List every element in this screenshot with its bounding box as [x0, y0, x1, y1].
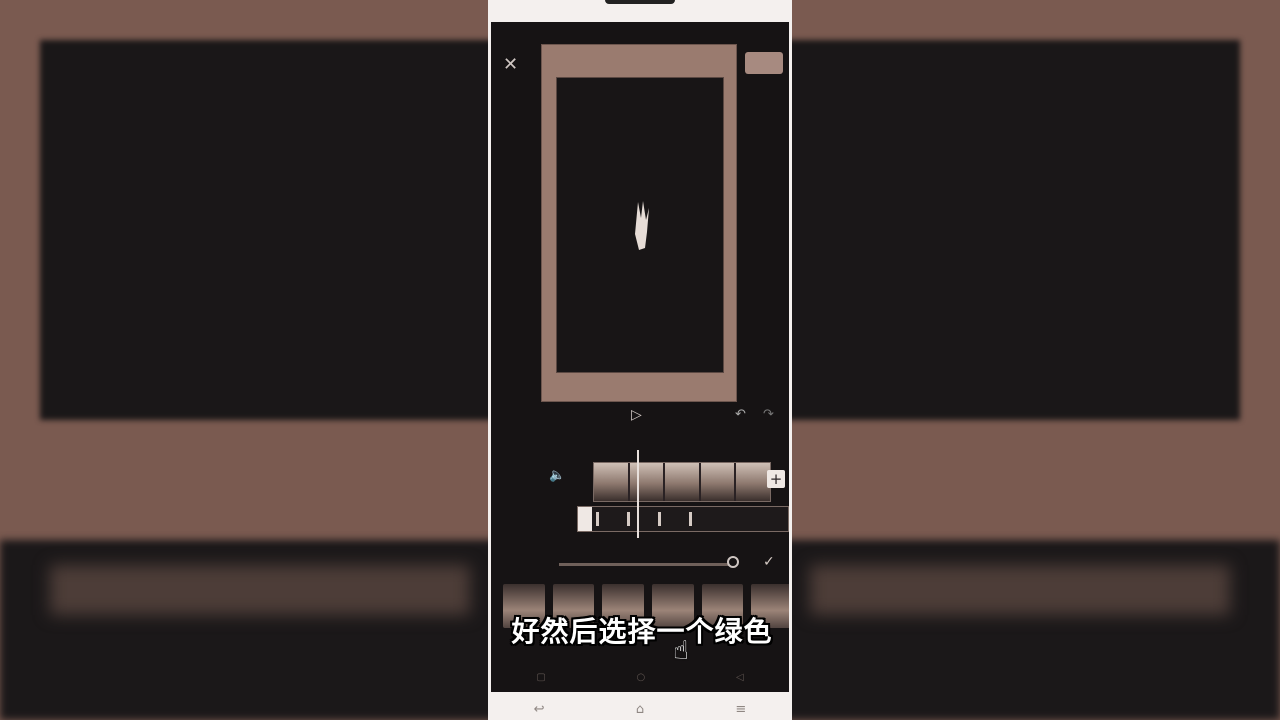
waveform-mark	[689, 512, 692, 526]
redo-icon[interactable]: ↷	[763, 407, 774, 422]
strength-slider[interactable]	[559, 563, 735, 566]
hand-gesture-image	[635, 201, 649, 250]
video-thumbnail	[665, 463, 699, 501]
subtitle-caption: 好然后选择一个绿色	[511, 615, 773, 648]
waveform-mark	[596, 512, 599, 526]
export-button[interactable]	[745, 52, 783, 74]
editor-bottom-nav: ▢ ○ ◁	[491, 662, 789, 692]
editor-screen: ✕ ▷ ↶ ↷ 🔈 + ✓ 好然后选择一个绿色 ☝ ▢ ○ ◁	[491, 22, 789, 692]
home-icon[interactable]: ⌂	[636, 702, 644, 717]
video-thumbnail	[700, 463, 735, 501]
nav-item[interactable]: ▢	[536, 672, 545, 683]
video-thumbnail	[594, 463, 628, 501]
blurred-background-left	[0, 0, 488, 720]
blurred-background-right	[792, 0, 1280, 720]
background-inner	[792, 40, 1240, 420]
playhead[interactable]	[637, 450, 639, 538]
video-thumbnail	[629, 463, 664, 501]
nav-item[interactable]: ○	[637, 672, 646, 683]
audio-track-handle[interactable]	[578, 507, 592, 531]
close-icon[interactable]: ✕	[503, 54, 518, 75]
phone-navigation-bar: ↩ ⌂ ≡	[488, 698, 792, 720]
waveform-mark	[658, 512, 661, 526]
menu-icon[interactable]: ≡	[735, 702, 746, 717]
audio-waveform	[596, 511, 786, 527]
check-icon[interactable]: ✓	[763, 554, 775, 570]
speaker-icon[interactable]: 🔈	[549, 468, 565, 483]
background-strip	[50, 565, 470, 615]
nav-item[interactable]: ◁	[736, 672, 744, 683]
waveform-mark	[627, 512, 630, 526]
background-strip	[810, 565, 1230, 615]
undo-icon[interactable]: ↶	[735, 407, 746, 422]
phone-notch	[605, 0, 675, 4]
play-icon[interactable]: ▷	[631, 407, 642, 423]
video-preview	[541, 44, 737, 402]
phone-frame: ✕ ▷ ↶ ↷ 🔈 + ✓ 好然后选择一个绿色 ☝ ▢ ○ ◁ ↩ ⌂ ≡	[488, 0, 792, 720]
video-thumbnail	[736, 463, 770, 501]
video-track[interactable]	[593, 462, 771, 502]
background-inner	[40, 40, 488, 420]
back-icon[interactable]: ↩	[534, 702, 545, 717]
strength-slider-knob[interactable]	[727, 556, 739, 568]
audio-track[interactable]	[577, 506, 789, 532]
video-preview-canvas	[556, 77, 724, 373]
plus-icon[interactable]: +	[767, 470, 785, 488]
